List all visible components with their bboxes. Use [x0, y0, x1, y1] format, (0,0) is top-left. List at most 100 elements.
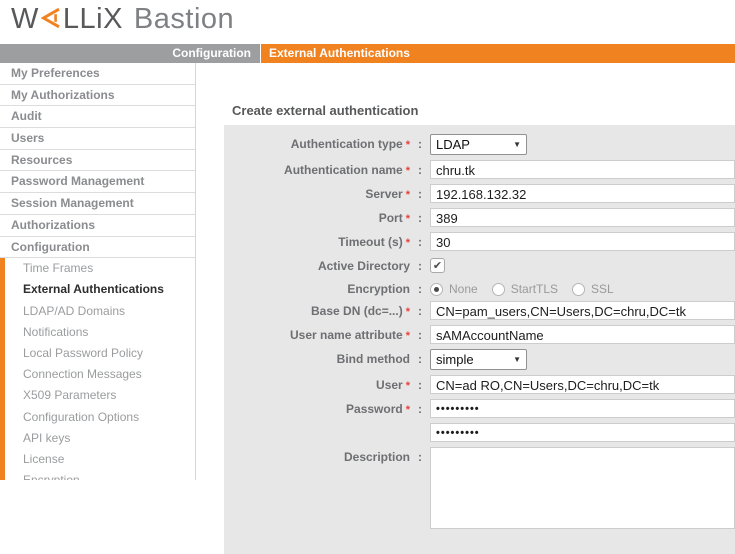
main-content: Create external authentication Authentic…: [196, 63, 735, 480]
sidebar-subitem-encryption[interactable]: Encryption: [5, 470, 195, 480]
left-angle-a-icon: [41, 4, 61, 37]
field-label-text: Description: [344, 450, 410, 464]
password-input[interactable]: •••••••••: [430, 399, 735, 418]
field-timeout-s: 30: [430, 232, 735, 251]
encryption-radio-starttls[interactable]: StartTLS: [492, 282, 558, 296]
label-separator: :: [410, 279, 430, 296]
field-authentication-name: chru.tk: [430, 160, 735, 179]
sidebar-item-audit[interactable]: Audit: [0, 106, 195, 128]
label-separator: :: [410, 208, 430, 225]
field-authentication-type: LDAP▼: [430, 134, 735, 155]
label-separator: :: [410, 325, 430, 342]
logo-product-name: Bastion: [134, 3, 234, 36]
tab-configuration[interactable]: Configuration: [0, 44, 261, 63]
radio-circle-icon: [430, 283, 443, 296]
form-row-active-directory: Active Directory:✔: [224, 256, 735, 274]
label-separator: :: [410, 447, 430, 464]
sidebar-item-users[interactable]: Users: [0, 128, 195, 150]
sidebar-subitem-license[interactable]: License: [5, 449, 195, 470]
port-input[interactable]: 389: [430, 208, 735, 227]
sidebar-subitem-time-frames[interactable]: Time Frames: [5, 258, 195, 279]
logo-text-llix: LLiX: [63, 3, 123, 36]
encryption-radio-ssl[interactable]: SSL: [572, 282, 614, 296]
sidebar-item-password-management[interactable]: Password Management: [0, 171, 195, 193]
field-label-text: Encryption: [347, 282, 410, 296]
sidebar-subitem-x509-parameters[interactable]: X509 Parameters: [5, 385, 195, 406]
sidebar-item-configuration[interactable]: Configuration: [0, 237, 195, 259]
authentication-type-select[interactable]: LDAP▼: [430, 134, 527, 155]
chevron-down-icon: ▼: [513, 355, 521, 364]
password-confirm-input[interactable]: •••••••••: [430, 423, 735, 442]
field-label-text: User: [376, 378, 403, 392]
encryption-radio-none[interactable]: None: [430, 282, 478, 296]
form-row-timeout-s: Timeout (s)*:30: [224, 232, 735, 251]
sidebar-item-my-authorizations[interactable]: My Authorizations: [0, 85, 195, 107]
field-label-user: User*: [224, 375, 410, 392]
form-row-user: User*:CN=ad RO,CN=Users,DC=chru,DC=tk: [224, 375, 735, 394]
field-label-authentication-name: Authentication name*: [224, 160, 410, 177]
sidebar-subitem-connection-messages[interactable]: Connection Messages: [5, 364, 195, 385]
form-row-authentication-name: Authentication name*:chru.tk: [224, 160, 735, 179]
label-separator: :: [410, 399, 430, 416]
field-bind-method: simple ▼: [430, 349, 735, 370]
base-dn-dc-input[interactable]: CN=pam_users,CN=Users,DC=chru,DC=tk: [430, 301, 735, 320]
sidebar-subitem-notifications[interactable]: Notifications: [5, 322, 195, 343]
radio-circle-icon: [492, 283, 505, 296]
field-label-user-name-attribute: User name attribute*: [224, 325, 410, 342]
label-separator: :: [410, 160, 430, 177]
field-server: 192.168.132.32: [430, 184, 735, 203]
form-row-server: Server*:192.168.132.32: [224, 184, 735, 203]
field-password: ••••••••• •••••••••: [430, 399, 735, 442]
sidebar-subitem-external-authentications[interactable]: External Authentications: [5, 279, 195, 300]
form-row-base-dn-dc: Base DN (dc=...)*:CN=pam_users,CN=Users,…: [224, 301, 735, 320]
sidebar-item-my-preferences[interactable]: My Preferences: [0, 63, 195, 85]
authentication-name-input[interactable]: chru.tk: [430, 160, 735, 179]
form-row-port: Port*:389: [224, 208, 735, 227]
field-label-text: Password: [346, 402, 403, 416]
sidebar-subitem-local-password-policy[interactable]: Local Password Policy: [5, 343, 195, 364]
label-separator: :: [410, 349, 430, 366]
description-textarea[interactable]: [430, 447, 735, 529]
timeout-s-input[interactable]: 30: [430, 232, 735, 251]
header: W LLiX Bastion: [0, 0, 735, 44]
user-name-attribute-input[interactable]: sAMAccountName: [430, 325, 735, 344]
field-user-name-attribute: sAMAccountName: [430, 325, 735, 344]
field-base-dn-dc: CN=pam_users,CN=Users,DC=chru,DC=tk: [430, 301, 735, 320]
sidebar-item-session-management[interactable]: Session Management: [0, 193, 195, 215]
selected-value: simple: [436, 352, 474, 367]
field-label-text: Bind method: [337, 352, 410, 366]
field-label-port: Port*: [224, 208, 410, 225]
field-description: [430, 447, 735, 529]
sidebar-subitem-configuration-options[interactable]: Configuration Options: [5, 407, 195, 428]
wallix-bastion-logo: W LLiX Bastion: [11, 3, 234, 36]
configuration-submenu: Time FramesExternal AuthenticationsLDAP/…: [0, 258, 195, 480]
sidebar-item-resources[interactable]: Resources: [0, 150, 195, 172]
field-label-text: Server: [365, 187, 402, 201]
field-label-text: Timeout (s): [338, 235, 402, 249]
sidebar-subitem-ldap-ad-domains[interactable]: LDAP/AD Domains: [5, 301, 195, 322]
selected-value: LDAP: [436, 137, 470, 152]
field-label-text: Active Directory: [318, 259, 410, 273]
bind-method-select[interactable]: simple ▼: [430, 349, 527, 370]
field-user: CN=ad RO,CN=Users,DC=chru,DC=tk: [430, 375, 735, 394]
user-input[interactable]: CN=ad RO,CN=Users,DC=chru,DC=tk: [430, 375, 735, 394]
encryption-radio-group: None StartTLS SSL: [430, 279, 735, 296]
breadcrumb-bar: Configuration External Authentications: [0, 44, 735, 63]
server-input[interactable]: 192.168.132.32: [430, 184, 735, 203]
field-label-encryption: Encryption: [224, 279, 410, 296]
logo-text-w: W: [11, 3, 39, 36]
tab-external-authentications[interactable]: External Authentications: [261, 44, 735, 63]
field-label-active-directory: Active Directory: [224, 256, 410, 273]
create-auth-form: Authentication type*:LDAP▼Authentication…: [224, 125, 735, 554]
sidebar-subitem-api-keys[interactable]: API keys: [5, 428, 195, 449]
active-directory-checkbox[interactable]: ✔: [430, 258, 445, 273]
label-separator: :: [410, 184, 430, 201]
field-label-bind-method: Bind method: [224, 349, 410, 366]
field-label-authentication-type: Authentication type*: [224, 134, 410, 151]
field-label-password: Password*: [224, 399, 410, 416]
form-row-bind-method: Bind method: simple ▼: [224, 349, 735, 370]
form-row-authentication-type: Authentication type*:LDAP▼: [224, 134, 735, 155]
field-port: 389: [430, 208, 735, 227]
label-separator: :: [410, 375, 430, 392]
sidebar-item-authorizations[interactable]: Authorizations: [0, 215, 195, 237]
